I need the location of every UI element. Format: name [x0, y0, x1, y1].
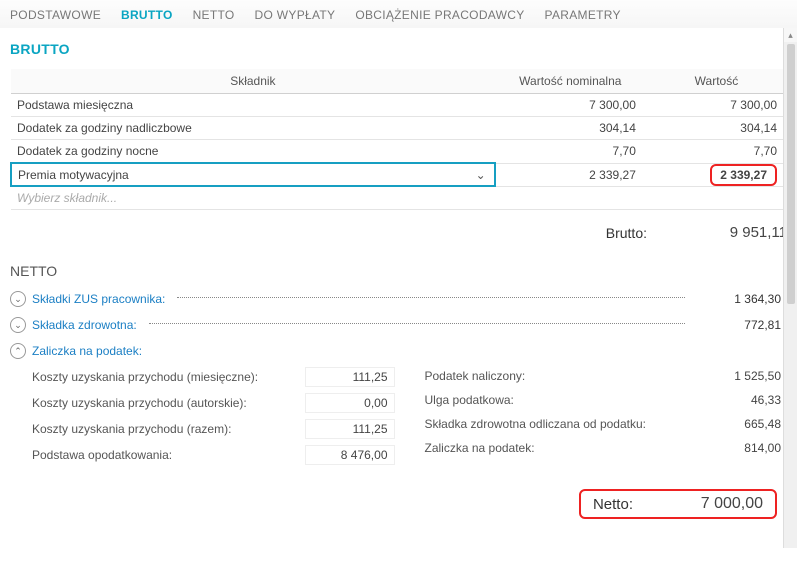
divider — [149, 323, 685, 324]
brutto-sum-label: Brutto: — [606, 225, 647, 241]
divider — [177, 297, 685, 298]
row-zdrowotna[interactable]: ⌄ Składka zdrowotna: 772,81 — [10, 317, 787, 333]
placeholder-cell[interactable]: Wybierz składnik... — [11, 186, 495, 210]
detail-row: Koszty uzyskania przychodu (miesięczne):… — [32, 367, 395, 387]
detail-value[interactable]: 8 476,00 — [305, 445, 395, 465]
zaliczka-label[interactable]: Zaliczka na podatek: — [32, 344, 142, 358]
netto-heading: NETTO — [10, 263, 787, 279]
scroll-thumb[interactable] — [787, 44, 795, 304]
detail-label: Koszty uzyskania przychodu (miesięczne): — [32, 370, 258, 384]
table-row[interactable]: Dodatek za godziny nadliczbowe 304,14 30… — [11, 117, 787, 140]
col-skladnik[interactable]: Składnik — [11, 69, 495, 94]
cell-value: 304,14 — [646, 117, 787, 140]
chevron-down-icon[interactable]: ⌄ — [10, 317, 26, 333]
detail-label: Podstawa opodatkowania: — [32, 448, 172, 462]
detail-row: Składka zdrowotna odliczana od podatku: … — [425, 415, 788, 433]
chevron-down-icon[interactable]: ⌄ — [10, 291, 26, 307]
brutto-heading: BRUTTO — [10, 41, 787, 57]
tab-brutto[interactable]: BRUTTO — [121, 8, 173, 22]
zdrow-value: 772,81 — [697, 318, 787, 332]
cell-nominal: 304,14 — [495, 117, 646, 140]
scroll-up-icon[interactable]: ▴ — [784, 28, 797, 42]
netto-sum: Netto: 7 000,00 — [10, 483, 787, 525]
tab-bar: PODSTAWOWE BRUTTO NETTO DO WYPŁATY OBCIĄ… — [0, 0, 797, 29]
detail-row: Podatek naliczony: 1 525,50 — [425, 367, 788, 385]
zus-label[interactable]: Składki ZUS pracownika: — [32, 292, 165, 306]
chevron-up-icon[interactable]: ⌃ — [10, 343, 26, 359]
detail-label: Składka zdrowotna odliczana od podatku: — [425, 417, 646, 431]
detail-value[interactable]: 111,25 — [305, 419, 395, 439]
detail-value: 814,00 — [697, 439, 787, 457]
tab-obciazenie[interactable]: OBCIĄŻENIE PRACODAWCY — [355, 8, 524, 22]
brutto-table: Składnik Wartość nominalna Wartość Podst… — [10, 69, 787, 210]
detail-row: Podstawa opodatkowania: 8 476,00 — [32, 445, 395, 465]
cell-nominal: 2 339,27 — [495, 163, 646, 186]
row-zus[interactable]: ⌄ Składki ZUS pracownika: 1 364,30 — [10, 291, 787, 307]
zaliczka-details: Koszty uzyskania przychodu (miesięczne):… — [10, 367, 787, 465]
netto-sum-label: Netto: — [593, 496, 633, 513]
detail-row: Zaliczka na podatek: 814,00 — [425, 439, 788, 457]
cell-value: 7 300,00 — [646, 94, 787, 117]
detail-value: 1 525,50 — [697, 367, 787, 385]
chevron-down-icon[interactable]: ⌄ — [476, 168, 486, 182]
tab-do-wyplaty[interactable]: DO WYPŁATY — [255, 8, 336, 22]
vertical-scrollbar[interactable]: ▴ — [783, 28, 797, 548]
col-nominal[interactable]: Wartość nominalna — [495, 69, 646, 94]
cell-nominal: 7,70 — [495, 140, 646, 164]
zus-value: 1 364,30 — [697, 292, 787, 306]
detail-label: Ulga podatkowa: — [425, 393, 514, 407]
cell-nominal: 7 300,00 — [495, 94, 646, 117]
col-wartosc[interactable]: Wartość — [646, 69, 787, 94]
zdrow-label[interactable]: Składka zdrowotna: — [32, 318, 137, 332]
detail-row: Koszty uzyskania przychodu (razem): 111,… — [32, 419, 395, 439]
detail-value[interactable]: 111,25 — [305, 367, 395, 387]
cell-value: 7,70 — [646, 140, 787, 164]
table-row-placeholder[interactable]: Wybierz składnik... — [11, 186, 787, 210]
detail-value[interactable]: 0,00 — [305, 393, 395, 413]
cell-name: Podstawa miesięczna — [11, 94, 495, 117]
detail-row: Ulga podatkowa: 46,33 — [425, 391, 788, 409]
brutto-sum: Brutto: 9 951,11 — [10, 224, 787, 241]
detail-label: Zaliczka na podatek: — [425, 441, 535, 455]
detail-label: Koszty uzyskania przychodu (autorskie): — [32, 396, 247, 410]
tab-podstawowe[interactable]: PODSTAWOWE — [10, 8, 101, 22]
detail-row: Koszty uzyskania przychodu (autorskie): … — [32, 393, 395, 413]
row-zaliczka[interactable]: ⌃ Zaliczka na podatek: — [10, 343, 787, 359]
netto-sum-value: 7 000,00 — [663, 495, 763, 513]
tab-netto[interactable]: NETTO — [193, 8, 235, 22]
cell-name: Dodatek za godziny nadliczbowe — [11, 117, 495, 140]
table-row-selected[interactable]: Premia motywacyjna ⌄ 2 339,27 2 339,27 — [11, 163, 787, 186]
tab-parametry[interactable]: PARAMETRY — [545, 8, 621, 22]
detail-value: 46,33 — [697, 391, 787, 409]
table-row[interactable]: Podstawa miesięczna 7 300,00 7 300,00 — [11, 94, 787, 117]
cell-name: Dodatek za godziny nocne — [11, 140, 495, 164]
detail-label: Podatek naliczony: — [425, 369, 526, 383]
detail-value: 665,48 — [697, 415, 787, 433]
brutto-sum-value: 9 951,11 — [677, 224, 787, 241]
cell-value-highlight: 2 339,27 — [646, 163, 787, 186]
detail-label: Koszty uzyskania przychodu (razem): — [32, 422, 231, 436]
table-row[interactable]: Dodatek za godziny nocne 7,70 7,70 — [11, 140, 787, 164]
cell-name-dropdown[interactable]: Premia motywacyjna ⌄ — [11, 163, 495, 186]
